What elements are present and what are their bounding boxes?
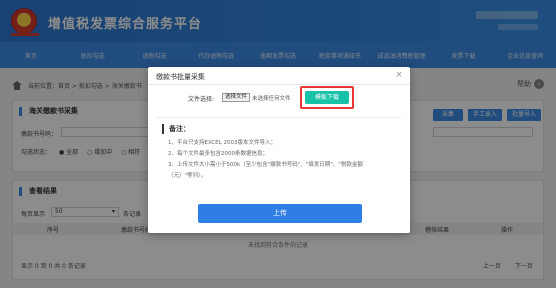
- upload-button[interactable]: 上传: [198, 204, 362, 223]
- note-line: 1、平台只支持EXCEL 2003版本文件导入；: [168, 140, 276, 146]
- file-select-label: 文件选择:: [188, 96, 215, 103]
- choose-file-button[interactable]: 选择文件: [222, 93, 251, 102]
- close-icon[interactable]: ×: [394, 70, 404, 80]
- notes-section: 备注： 1、平台只支持EXCEL 2003版本文件导入； 2、每个文件最多包含2…: [156, 117, 402, 189]
- file-status-text: 未选择任何文件: [252, 96, 291, 102]
- note-line: （元）"等列）。: [168, 173, 207, 179]
- file-select-row: 文件选择: 选择文件 未选择任何文件: [148, 91, 410, 105]
- note-line: 3、上传文件大小需小于500k（至少包含"缴款书号码"、"填发日期"、"税款金额: [168, 162, 363, 168]
- batch-collect-dialog: 缴款书批量采集 × 文件选择: 选择文件 未选择任何文件 模板下载 备注： 1、…: [148, 67, 410, 233]
- template-download-button[interactable]: 模板下载: [305, 91, 349, 104]
- notes-title: 备注：: [162, 124, 190, 134]
- dialog-title: 缴款书批量采集: [156, 73, 205, 81]
- dialog-header: 缴款书批量采集 ×: [148, 67, 410, 85]
- note-line: 2、每个文件最多包含2000条数据信息；: [168, 151, 268, 157]
